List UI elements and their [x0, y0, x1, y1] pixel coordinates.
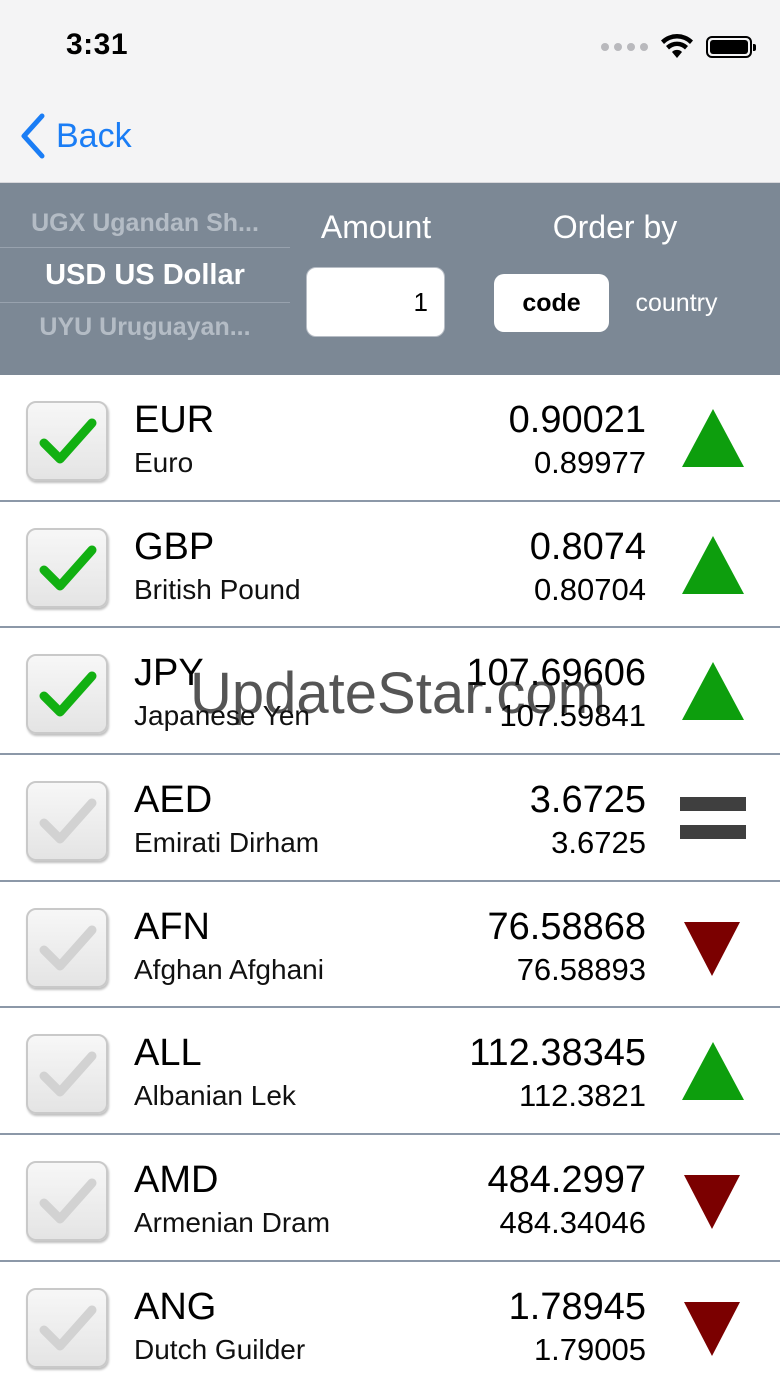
currency-code: JPY [134, 652, 204, 695]
row-checkbox[interactable] [26, 654, 108, 735]
previous-rate: 0.80704 [533, 571, 646, 607]
checkmark-icon [39, 418, 97, 464]
row-checkbox[interactable] [26, 907, 108, 988]
currency-name: Armenian Dram [134, 1207, 331, 1239]
cellular-signal-icon [601, 43, 648, 51]
previous-rate: 112.3821 [519, 1078, 646, 1114]
checkmark-icon [39, 671, 97, 717]
row-checkbox[interactable] [26, 401, 108, 481]
currency-row[interactable]: AED Emirati Dirham 3.6725 3.6725 [0, 755, 780, 882]
currency-code: AMD [134, 1159, 219, 1202]
currency-code: AFN [134, 905, 210, 948]
currency-row[interactable]: GBP British Pound 0.8074 0.80704 [0, 501, 780, 629]
trend-equal-icon [680, 797, 746, 840]
checkmark-icon [39, 1178, 97, 1224]
current-rate: 112.38345 [469, 1032, 646, 1075]
current-rate: 484.2997 [487, 1159, 647, 1202]
trend-down-icon [684, 1175, 740, 1230]
order-by-code-button[interactable]: code [494, 274, 609, 332]
checkmark-icon [39, 1305, 97, 1351]
row-checkbox[interactable] [26, 781, 108, 862]
wifi-icon [661, 34, 693, 58]
currency-name: Dutch Guilder [134, 1333, 306, 1365]
conversion-controls: UGX Ugandan Sh... USD US Dollar UYU Urug… [0, 183, 780, 375]
currency-code: EUR [134, 399, 215, 441]
picker-option-selected[interactable]: USD US Dollar [0, 247, 290, 303]
currency-name: Euro [134, 447, 194, 478]
order-by-country-button[interactable]: country [609, 274, 744, 332]
battery-icon [706, 36, 756, 58]
status-icons [601, 34, 756, 60]
currency-list: EUR Euro 0.90021 0.89977 GBP British Pound 0.8… [0, 375, 780, 1387]
order-by-segmented-control: code country [494, 273, 744, 333]
trend-up-icon [682, 662, 744, 721]
trend-up-icon [682, 409, 744, 467]
order-by-label: Order by [552, 209, 678, 245]
amount-input[interactable] [306, 267, 445, 337]
previous-rate: 1.79005 [533, 1331, 646, 1367]
status-time: 3:31 [66, 28, 129, 61]
currency-row[interactable]: ANG Dutch Guilder 1.78945 1.79005 [0, 1261, 780, 1387]
currency-code: GBP [134, 525, 215, 568]
currency-name: Japanese Yen [134, 700, 310, 732]
picker-option-below[interactable]: UYU Uruguayan... [0, 303, 290, 351]
previous-rate: 107.59841 [499, 698, 646, 734]
trend-up-icon [682, 535, 744, 594]
current-rate: 0.8074 [529, 525, 646, 568]
currency-name: British Pound [134, 573, 301, 605]
currency-name: Emirati Dirham [134, 827, 320, 859]
currency-row[interactable]: EUR Euro 0.90021 0.89977 [0, 375, 780, 502]
trend-down-icon [684, 921, 740, 976]
row-checkbox[interactable] [26, 1287, 108, 1368]
navigation-bar: 3:31 Back [0, 0, 780, 183]
amount-label: Amount [320, 209, 432, 245]
previous-rate: 0.89977 [533, 445, 646, 480]
currency-row[interactable]: ALL Albanian Lek 112.38345 112.3821 [0, 1008, 780, 1136]
chevron-left-icon [21, 113, 45, 159]
previous-rate: 484.34046 [499, 1205, 646, 1241]
checkmark-icon [39, 1051, 97, 1097]
previous-rate: 76.58893 [516, 951, 646, 987]
currency-row[interactable]: AMD Armenian Dram 484.2997 484.34046 [0, 1135, 780, 1262]
currency-row[interactable]: JPY Japanese Yen 107.69606 107.59841 [0, 628, 780, 756]
currency-code: AED [134, 779, 213, 822]
current-rate: 107.69606 [466, 652, 646, 695]
current-rate: 0.90021 [508, 399, 646, 441]
currency-name: Afghan Afghani [134, 953, 324, 985]
current-rate: 1.78945 [508, 1285, 646, 1328]
currency-name: Albanian Lek [134, 1080, 296, 1112]
row-checkbox[interactable] [26, 527, 108, 608]
back-label: Back [56, 116, 132, 155]
current-rate: 76.58868 [487, 905, 647, 948]
row-checkbox[interactable] [26, 1034, 108, 1115]
currency-code: ANG [134, 1285, 217, 1328]
row-checkbox[interactable] [26, 1161, 108, 1242]
back-button[interactable]: Back [18, 112, 132, 160]
currency-row[interactable]: AFN Afghan Afghani 76.58868 76.58893 [0, 881, 780, 1009]
base-currency-picker[interactable]: UGX Ugandan Sh... USD US Dollar UYU Urug… [0, 199, 290, 349]
trend-up-icon [682, 1042, 744, 1101]
checkmark-icon [39, 545, 97, 591]
trend-down-icon [684, 1301, 740, 1356]
previous-rate: 3.6725 [551, 825, 646, 861]
currency-code: ALL [134, 1032, 202, 1075]
current-rate: 3.6725 [529, 779, 646, 822]
picker-option-above[interactable]: UGX Ugandan Sh... [0, 199, 290, 247]
checkmark-icon [39, 925, 97, 971]
checkmark-icon [39, 798, 97, 844]
